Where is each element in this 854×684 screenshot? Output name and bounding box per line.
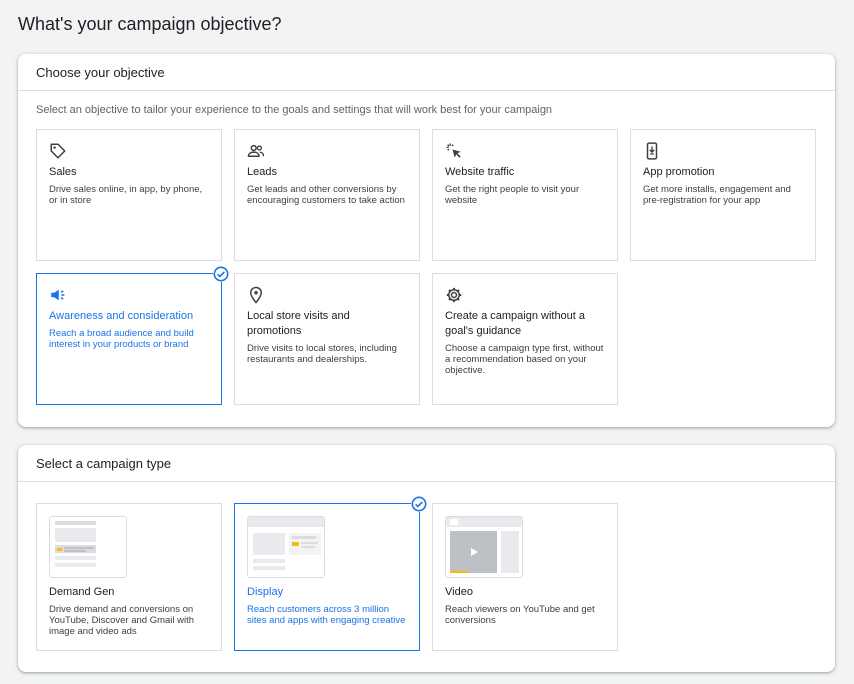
location-pin-icon bbox=[249, 286, 263, 304]
phone-download-icon bbox=[646, 142, 658, 160]
objective-card-desc: Drive sales online, in app, by phone, or… bbox=[49, 184, 203, 206]
campaign-type-panel: Select a campaign type Demand Gen Drive … bbox=[18, 445, 835, 672]
objective-card-desc: Get the right people to visit your websi… bbox=[445, 184, 580, 206]
campaign-type-desc: Reach customers across 3 million sites a… bbox=[247, 604, 406, 626]
check-circle-icon bbox=[411, 496, 427, 512]
objective-card-desc: Get more installs, engagement and pre-re… bbox=[643, 184, 791, 206]
campaign-type-title: Video bbox=[445, 586, 473, 598]
page-title: What's your campaign objective? bbox=[18, 14, 282, 34]
objective-card-desc: Drive visits to local stores, including … bbox=[247, 343, 397, 365]
demand-gen-thumbnail bbox=[49, 516, 127, 578]
objective-panel-description: Select an objective to tailor your exper… bbox=[36, 104, 553, 116]
objective-card-app-promotion[interactable]: App promotion Get more installs, engagem… bbox=[630, 129, 816, 261]
cursor-click-icon bbox=[446, 143, 461, 158]
campaign-type-panel-header: Select a campaign type bbox=[18, 445, 835, 482]
video-thumbnail bbox=[445, 516, 523, 578]
gear-icon bbox=[446, 287, 462, 303]
objective-card-title: Awareness and consideration bbox=[49, 310, 194, 322]
objective-card-title: Sales bbox=[49, 166, 77, 178]
objective-card-desc: Get leads and other conversions by encou… bbox=[247, 184, 405, 206]
campaign-type-card-display[interactable]: Display Reach customers across 3 million… bbox=[234, 496, 427, 651]
objective-card-website-traffic[interactable]: Website traffic Get the right people to … bbox=[432, 129, 618, 261]
campaign-type-title: Display bbox=[247, 586, 284, 598]
objective-card-sales[interactable]: Sales Drive sales online, in app, by pho… bbox=[36, 129, 222, 261]
people-icon bbox=[247, 144, 265, 157]
objective-card-desc: Reach a broad audience and build interes… bbox=[49, 328, 194, 350]
campaign-type-desc: Reach viewers on YouTube and get convers… bbox=[445, 604, 595, 626]
check-circle-icon bbox=[213, 266, 229, 282]
objective-card-leads[interactable]: Leads Get leads and other conversions by… bbox=[234, 129, 420, 261]
campaign-type-desc: Drive demand and conversions on YouTube,… bbox=[49, 604, 195, 637]
campaign-type-card-video[interactable]: Video Reach viewers on YouTube and get c… bbox=[432, 503, 618, 651]
objective-panel-header: Choose your objective bbox=[18, 54, 835, 91]
objective-card-title: Leads bbox=[247, 166, 277, 178]
objective-card-no-goal[interactable]: Create a campaign without a goal's guida… bbox=[432, 273, 618, 405]
objective-card-title: Local store visits and promotions bbox=[247, 310, 350, 337]
objective-card-title: Website traffic bbox=[445, 166, 515, 178]
tag-icon bbox=[50, 143, 66, 159]
objective-card-desc: Choose a campaign type first, without a … bbox=[445, 343, 604, 376]
objective-card-title: Create a campaign without a goal's guida… bbox=[445, 310, 586, 337]
campaign-type-title: Demand Gen bbox=[49, 586, 115, 598]
objective-panel: Choose your objective Select an objectiv… bbox=[18, 54, 835, 427]
campaign-type-card-demand-gen[interactable]: Demand Gen Drive demand and conversions … bbox=[36, 503, 222, 651]
objective-card-awareness[interactable]: Awareness and consideration Reach a broa… bbox=[36, 266, 229, 405]
objective-card-title: App promotion bbox=[643, 166, 715, 178]
display-thumbnail bbox=[247, 516, 325, 578]
megaphone-icon bbox=[51, 289, 65, 301]
objective-card-local-store[interactable]: Local store visits and promotions Drive … bbox=[234, 273, 420, 405]
